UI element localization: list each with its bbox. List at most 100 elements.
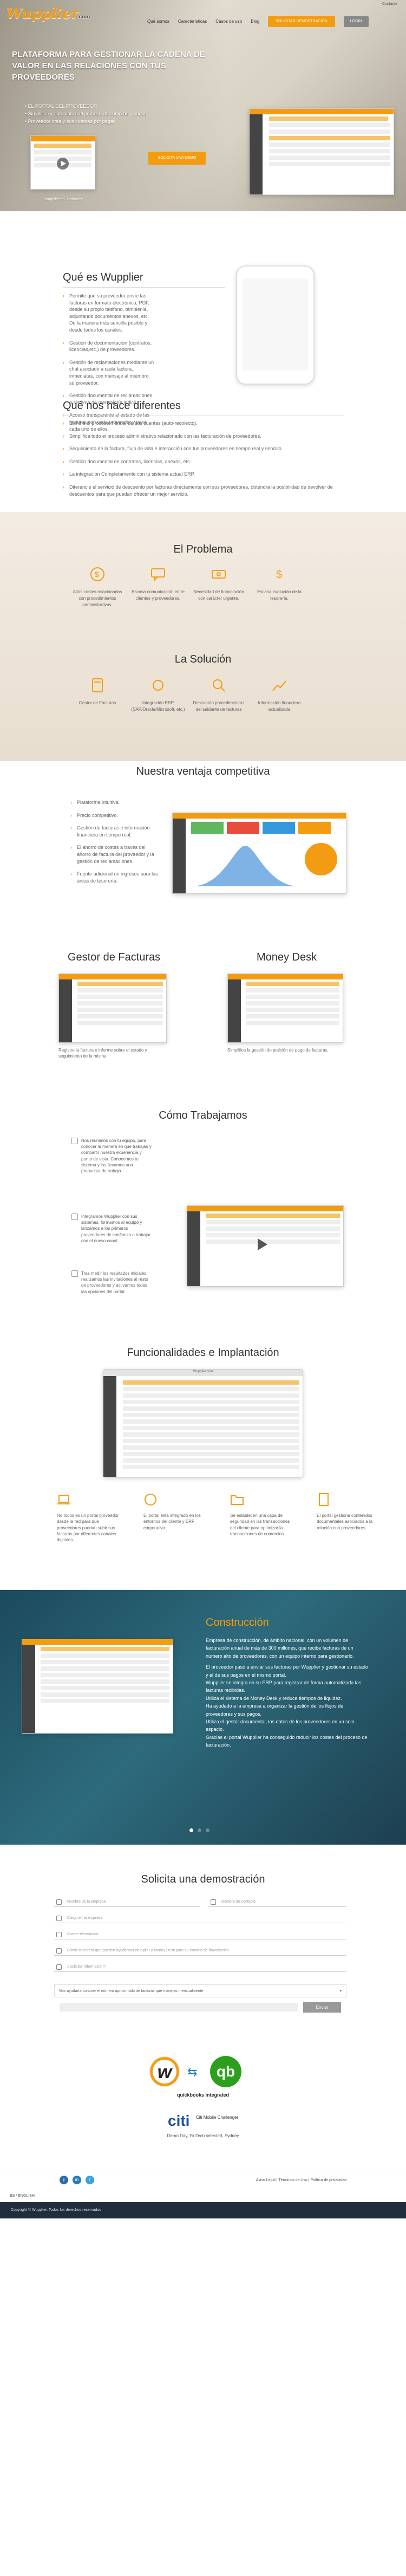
citi-subtitle: Citi Mobile Challenger	[196, 2115, 239, 2120]
brand-logo[interactable]: Wuppliercom	[6, 4, 90, 24]
language-switch[interactable]: ES / ENGLISH	[10, 2194, 35, 2199]
contact-name-field[interactable]: Nombre de contacto	[208, 1896, 346, 1907]
briefcase-icon	[56, 1916, 62, 1921]
step-1: Nos reunimos con tu equipo, para conocer…	[71, 1138, 152, 1174]
language-bar: ES / ENGLISH	[0, 2191, 406, 2202]
hero-video-thumbnail[interactable]	[30, 135, 95, 190]
browser-url: Wupplier.com	[103, 1370, 303, 1376]
volume-slider[interactable]	[60, 2003, 298, 2012]
role-field[interactable]: Cargo en la empresa	[54, 1912, 346, 1923]
twitter-icon[interactable]: t	[86, 2176, 94, 2184]
legal-link[interactable]: Aviso Legal	[256, 2178, 276, 2182]
case-bullet: Utiliza el gestor documental, los datos …	[206, 1718, 355, 1733]
list-item: Plataforma intuitiva.	[70, 799, 160, 806]
linkedin-icon[interactable]: in	[73, 2176, 81, 2184]
list-item: El ahorro de costes a través del ahorro …	[70, 844, 160, 865]
phone-mockup	[236, 265, 315, 385]
hero-title: Plataforma para gestionar la cadena de v…	[12, 50, 205, 82]
nav-item-casos[interactable]: Casos de uso	[215, 18, 242, 24]
list-item: Gestión documental de contratos, licenci…	[63, 458, 344, 465]
step-3: Tras medir los resultados iniciales, rea…	[71, 1270, 152, 1295]
nav-item-caracteristicas[interactable]: Características	[178, 18, 207, 24]
info-field[interactable]: ¿Solicitar información?	[54, 1961, 346, 1972]
list-item: Diferencie el servicio de descuento por …	[63, 484, 344, 497]
section-title: Funcionalidades e Implantación	[127, 1347, 279, 1359]
problem-items: $ Altos costes relacionados con procedimi…	[70, 566, 306, 608]
step-icon	[71, 1138, 78, 1144]
carousel-dot[interactable]	[206, 1828, 209, 1832]
calculator-icon	[92, 678, 103, 692]
section-title: Qué es Wupplier	[63, 271, 143, 283]
email-field[interactable]: Correo electrónico	[54, 1929, 346, 1939]
mock-toolbar	[31, 136, 95, 141]
case-bullet: Utiliza el sistema de Money Desk y reduc…	[206, 1695, 342, 1701]
hero-caption: Wupplier en 3 minutos	[44, 198, 82, 202]
hero-demo-button[interactable]: Solicita una demo	[148, 152, 206, 165]
about-section: Qué es Wupplier Permite que su proveedor…	[0, 211, 406, 512]
user-icon	[211, 1899, 216, 1905]
case-bullet: Gracias al portal Wupplier ha conseguido…	[206, 1734, 368, 1748]
company-field[interactable]: Nombre de la empresa	[54, 1896, 200, 1907]
wupplier-logo-icon: w	[149, 2056, 180, 2087]
privacy-link[interactable]: Términos de Uso | Política de privacidad	[278, 2178, 346, 2182]
dollar-icon: $	[90, 567, 104, 581]
brand-suffix: com	[78, 15, 90, 20]
list-item: Simplifica todo el proceso administrativ…	[63, 433, 344, 440]
feature-item: El portal está integrado en los entornos…	[143, 1493, 208, 1543]
laptop-icon	[57, 1495, 70, 1504]
social-links-bar: f in t Aviso Legal | Términos de Uso | P…	[0, 2170, 406, 2191]
facebook-icon[interactable]: f	[60, 2176, 68, 2184]
svg-text:$: $	[276, 569, 282, 581]
solution-item: Descuento procedimientos del saldante de…	[192, 677, 246, 713]
hero-bullets: EL PORTAL DEL PROVEEDOR Simplifica y aut…	[25, 103, 220, 126]
solution-item: Información financiera actualizada	[252, 677, 306, 713]
dashboard-chart-screenshot	[172, 813, 346, 894]
solution-item: Gestor de Facturas	[70, 677, 125, 713]
mail-icon	[56, 1932, 62, 1937]
list-item: Fuente adicional de ingresos para las ár…	[70, 871, 160, 884]
products-section: Gestor de Facturas Registre la factura e…	[0, 929, 406, 1075]
solution-title: La Solución	[174, 653, 232, 665]
quickbooks-logo-icon: qb	[210, 2056, 241, 2087]
how-video[interactable]	[187, 1205, 344, 1287]
how-heard-field[interactable]: Cómo se enteró que pueden ayudarnos Wupp…	[54, 1945, 346, 1956]
question-icon	[56, 1948, 62, 1954]
submit-button[interactable]: Enviar	[303, 2002, 341, 2013]
document-icon	[319, 1493, 329, 1506]
money-icon	[212, 570, 226, 579]
browser-screenshot: Wupplier.com	[103, 1369, 303, 1477]
search-icon	[213, 679, 225, 692]
feature-item: El portal gestiona contenidos documental…	[317, 1493, 382, 1543]
list-item: Seguimiento de la factura, flujo de vida…	[63, 445, 344, 452]
problem-item: $ Altos costes relacionados con procedimi…	[70, 566, 125, 608]
request-demo-button[interactable]: Solicitar demostración	[268, 16, 335, 27]
contact-link[interactable]: Contacte	[382, 2, 397, 7]
login-button[interactable]: Login	[343, 16, 369, 27]
features-section: Funcionalidades e Implantación Wupplier.…	[0, 1330, 406, 1590]
carousel-dot[interactable]	[198, 1828, 201, 1832]
case-bullet: Ha ayudado a la empresa a organizar la g…	[206, 1703, 344, 1717]
footer: Copyright © Wupplier. Todos los derechos…	[0, 2202, 406, 2218]
invoice-volume-select[interactable]: Nos ayudaría conocer el número aproximad…	[54, 1984, 346, 1997]
step-icon	[71, 1214, 78, 1220]
nav-item-blog[interactable]: Blog	[251, 18, 259, 24]
chat-icon	[151, 568, 165, 582]
sync-icon	[153, 680, 163, 691]
moneydesk-description: Simplifica la gestión de petición de pag…	[227, 1048, 329, 1053]
how-section: Cómo Trabajamos Nos reunimos con tu equi…	[0, 1075, 406, 1330]
play-icon[interactable]	[258, 1238, 267, 1250]
integration-icon	[145, 1494, 156, 1506]
carousel-dot[interactable]	[189, 1828, 193, 1832]
section-title: Qué nos hace diferentes	[63, 400, 181, 412]
case-bullet: Wupplier se integra en su ERP para regis…	[206, 1679, 362, 1693]
play-icon[interactable]	[57, 158, 69, 170]
nav-item-que-somos[interactable]: Qué somos	[147, 18, 169, 24]
case-study-section: Construcción Empresa de construcción, de…	[0, 1590, 406, 1845]
citi-caption: Demo Day, FinTech selected, Sydney	[167, 2133, 239, 2138]
chart-icon	[272, 680, 286, 691]
solution-item: Integración ERP (SAP/Oracle/Microsoft, e…	[131, 677, 185, 713]
problem-item: $ Escasa evolución de la tesorería.	[252, 566, 306, 608]
list-item: Gestión de facturas e información financ…	[70, 825, 160, 838]
hero-dashboard-screenshot	[249, 108, 394, 195]
list-item: Gestión de documentación (contratos, lic…	[63, 340, 155, 353]
